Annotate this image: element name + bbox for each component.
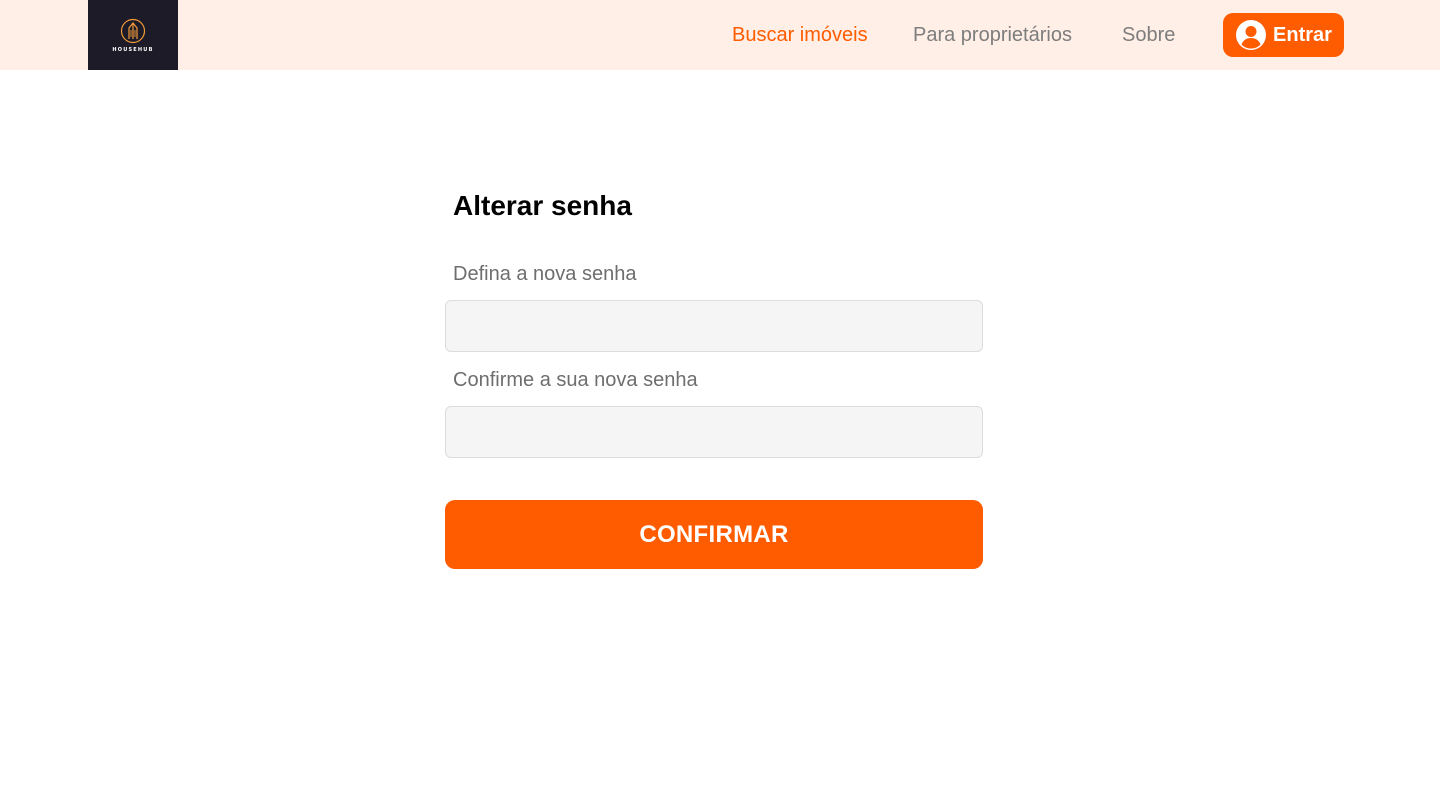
nav-para-proprietarios[interactable]: Para proprietários: [913, 22, 1072, 48]
building-logo-icon: [120, 18, 146, 43]
logo-text: HOUSEHUB: [112, 46, 154, 53]
user-circle-icon: [1236, 20, 1267, 50]
confirm-password-input[interactable]: [445, 406, 983, 458]
new-password-input[interactable]: [445, 300, 983, 352]
househub-logo[interactable]: HOUSEHUB: [88, 0, 178, 70]
login-button-label: Entrar: [1273, 24, 1332, 46]
top-header: HOUSEHUB Buscar imóveis Para proprietári…: [0, 0, 1440, 70]
nav-buscar-imoveis[interactable]: Buscar imóveis: [732, 22, 868, 48]
nav-sobre[interactable]: Sobre: [1122, 22, 1175, 48]
confirm-password-label: Confirme a sua nova senha: [453, 369, 698, 391]
page-title: Alterar senha: [453, 190, 632, 221]
login-button[interactable]: Entrar: [1223, 13, 1344, 57]
new-password-label: Defina a nova senha: [453, 263, 637, 285]
confirm-button[interactable]: CONFIRMAR: [445, 500, 983, 569]
